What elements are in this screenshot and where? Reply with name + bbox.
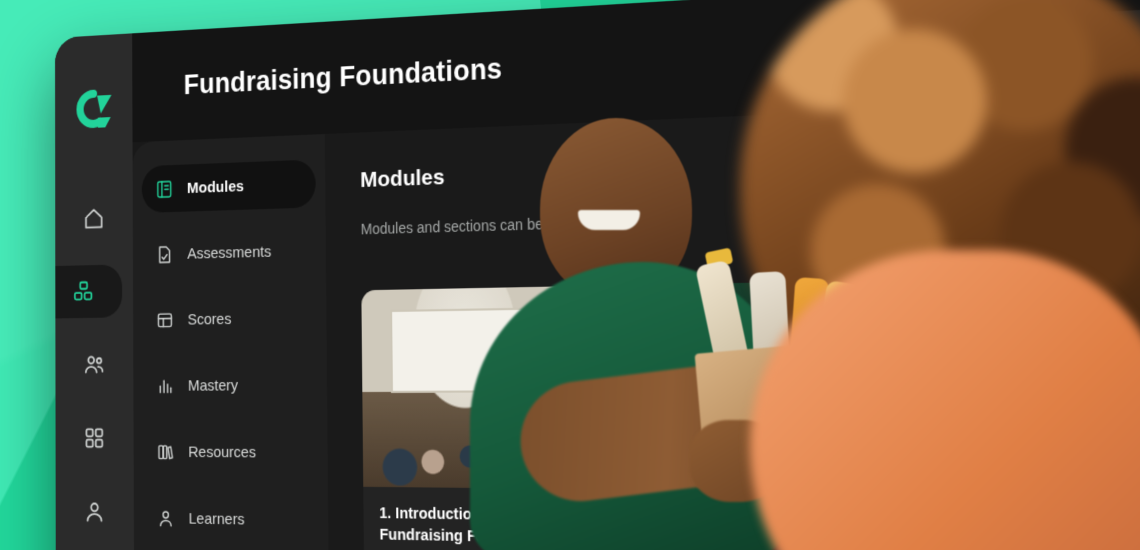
table-icon (155, 309, 175, 331)
cl-logo (70, 87, 117, 131)
user-icon (156, 507, 176, 529)
module-title: 1. Introduction to Fundraising Foundatio… (379, 505, 557, 547)
sidebar-item-learners[interactable]: Learners (143, 494, 319, 545)
sidebar-item-mastery[interactable]: Mastery (142, 361, 317, 410)
delete-button[interactable]: Delete (1136, 196, 1140, 245)
perspective-stage: Fundraising Foundations Modules Assessme… (0, 0, 1140, 550)
document-icon (155, 243, 174, 265)
page-subtitle: Modules and sections can be comp (360, 214, 583, 238)
module-card[interactable]: 2. Understanding Donor Psychology Dive i… (582, 281, 814, 550)
icon-rail (55, 33, 135, 550)
checkbox-icon (1000, 215, 1022, 236)
book-icon (155, 178, 174, 200)
module-thumbnail (818, 276, 1064, 494)
course-title: Fundraising Foundations (183, 52, 503, 100)
module-card[interactable]: 3. Crafting Compelling Appeals Learn how… (818, 276, 1070, 550)
sidebar-item-resources[interactable]: Resources (143, 428, 318, 477)
bars-icon (155, 375, 175, 397)
books-icon (156, 441, 176, 463)
rail-item-courses[interactable] (55, 264, 123, 319)
sidebar-item-label: Scores (187, 309, 232, 329)
search-input[interactable] (847, 26, 1140, 60)
module-title: 2. Understanding Donor Psychology (602, 508, 783, 550)
module-card-body: 2. Understanding Donor Psychology Dive i… (585, 489, 813, 550)
add-button-label: Add (1074, 152, 1109, 173)
app-window: Fundraising Foundations Modules Assessme… (55, 0, 1140, 550)
rail-item-profile[interactable] (66, 485, 122, 539)
sidebar-item-modules[interactable]: Modules (141, 159, 316, 213)
rail-item-home[interactable] (66, 191, 122, 245)
sidebar-item-label: Mastery (187, 376, 239, 395)
select-all-label: Select all (1032, 213, 1101, 235)
module-thumbnail (361, 286, 573, 489)
rail-item-apps[interactable] (66, 411, 122, 464)
module-title: 3. Crafting Compelling Appeals (841, 511, 1022, 550)
select-all-button[interactable]: Select all (978, 200, 1124, 249)
module-card-list: 1. Introduction to Fundraising Foundatio… (361, 273, 1140, 550)
sidebar-item-scores[interactable]: Scores (142, 293, 317, 343)
content-header: Modules Modules and sections can be comp… (360, 134, 1140, 263)
module-thumbnail (582, 281, 810, 492)
module-card-body: 3. Crafting Compelling Appeals Learn how… (823, 491, 1069, 550)
sidebar-item-label: Resources (188, 442, 257, 462)
content-toolbar: Add Select all (977, 134, 1140, 249)
sidebar-item-label: Assessments (187, 242, 272, 263)
secondary-sidebar: Modules Assessments Scores Mastery Resou… (132, 134, 331, 550)
search-bar[interactable] (829, 7, 1140, 77)
add-button[interactable]: Add (1052, 139, 1131, 186)
sidebar-item-label: Modules (186, 177, 244, 197)
module-card[interactable]: 1. Introduction to Fundraising Foundatio… (361, 286, 576, 550)
sidebar-item-label: Learners (188, 509, 245, 529)
toolbar-primary-row: Add (1052, 134, 1140, 186)
page-title: Modules (360, 164, 445, 193)
toolbar-secondary-row: Select all Delete (978, 196, 1140, 249)
module-card-body: 1. Introduction to Fundraising Foundatio… (363, 487, 575, 550)
main-content: Modules Modules and sections can be comp… (324, 91, 1140, 550)
rail-item-groups[interactable] (66, 338, 122, 391)
top-bar-actions (829, 1, 1140, 77)
sidebar-item-assessments[interactable]: Assessments (142, 226, 316, 278)
